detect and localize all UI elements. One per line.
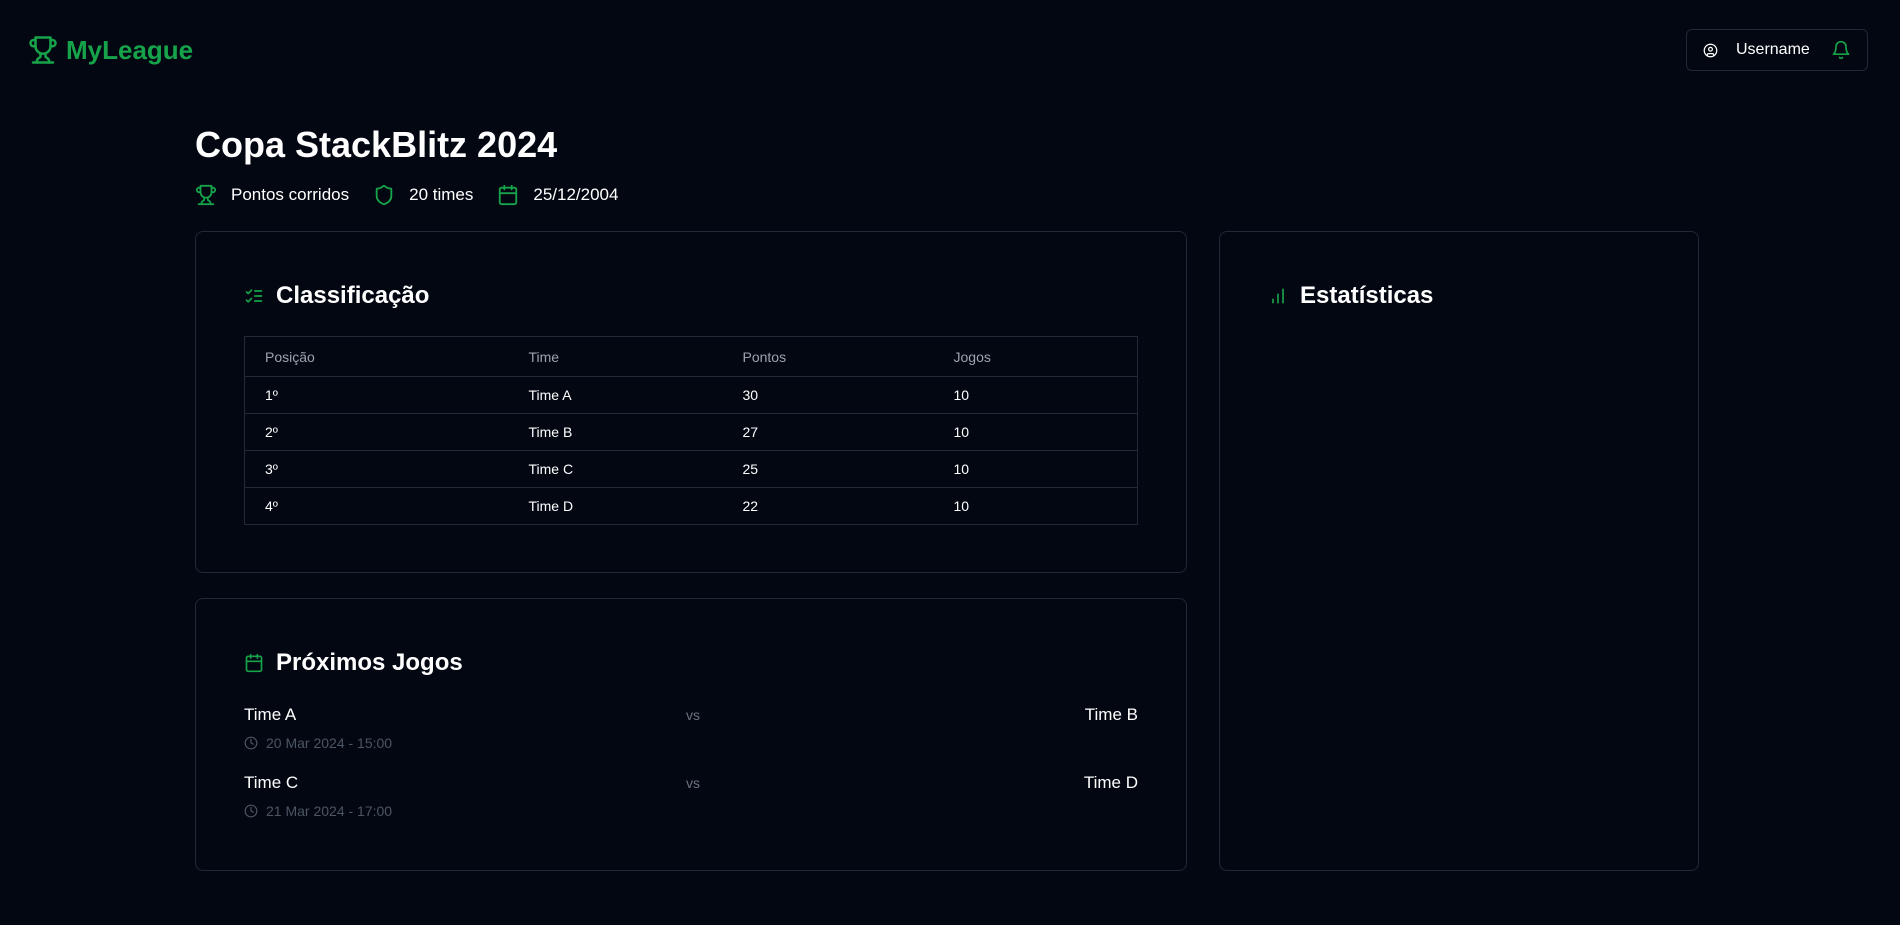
table-cell: 10 — [933, 450, 1138, 488]
bar-chart-icon — [1272, 288, 1284, 304]
table-cell: 1º — [244, 376, 509, 414]
away-team: Time D — [1083, 773, 1138, 792]
match-item[interactable]: Time A vs Time B 20 Mar 2024 - 15:00 — [244, 705, 1138, 765]
league-date-label: 25/12/2004 — [533, 185, 619, 204]
statistics-title: Estatísticas — [1268, 282, 1433, 310]
calendar-icon — [245, 653, 263, 673]
match-item[interactable]: Time C vs Time D 21 Mar 2024 - 17:00 — [244, 773, 1138, 833]
league-format: Pontos corridos — [195, 184, 349, 206]
match-time-label: 21 Mar 2024 - 17:00 — [266, 803, 393, 819]
league-teams-label: 20 times — [409, 185, 474, 204]
column-header[interactable]: Pontos — [722, 336, 934, 377]
clock-icon — [244, 804, 258, 818]
table-cell: Time C — [508, 450, 723, 488]
away-team: Time B — [1084, 705, 1138, 724]
standings-table: Posição Time Pontos Jogos 1º Time A 30 1… — [244, 336, 1138, 525]
column-header[interactable]: Posição — [244, 336, 509, 377]
top-header: MyLeague Username — [0, 0, 1900, 100]
table-cell: Time D — [528, 498, 574, 514]
column-header[interactable]: Jogos — [933, 336, 1138, 377]
standings-title-label: Classificação — [276, 282, 430, 309]
page-title: Copa StackBlitz 2024 — [195, 124, 558, 165]
clock-icon — [244, 736, 258, 750]
upcoming-matches-title-label: Próximos Jogos — [276, 649, 463, 676]
table-cell: 25 — [722, 450, 934, 488]
table-cell: 30 — [722, 376, 934, 414]
standings-card: Classificação Posição Time Pontos Jogos … — [195, 231, 1187, 573]
league-teams: 20 times — [373, 184, 473, 206]
upcoming-matches-title: Próximos Jogos — [244, 649, 463, 677]
list-checks-icon — [245, 289, 263, 303]
league-meta: Pontos corridos 20 times 25/12/2004 — [195, 182, 618, 208]
shield-icon — [375, 184, 393, 206]
table-cell: 2º — [244, 413, 509, 451]
table-cell: 10 — [933, 376, 1138, 414]
table-cell: Time B — [508, 413, 723, 451]
table-header-row: Posição Time Pontos Jogos — [244, 336, 1138, 377]
table-cell: 27 — [722, 413, 934, 451]
match-time-label: 20 Mar 2024 - 15:00 — [266, 735, 393, 751]
app-name: MyLeague — [66, 34, 194, 65]
calendar-icon — [499, 184, 518, 206]
app-logo[interactable]: MyLeague — [28, 34, 193, 66]
table-row[interactable]: 3º Time C 25 10 — [244, 450, 1138, 488]
vs-label: vs — [686, 775, 700, 791]
table-cell: 10 — [953, 498, 970, 514]
upcoming-matches-card: Próximos Jogos Time A vs Time B 20 Mar 2… — [195, 598, 1187, 871]
statistics-title-label: Estatísticas — [1300, 282, 1434, 309]
table-cell: 22 — [742, 498, 759, 514]
username-label: Username — [1736, 41, 1810, 58]
table-row[interactable]: 2º Time B 27 10 — [244, 413, 1138, 451]
home-team: Time C — [244, 773, 299, 792]
table-cell: 10 — [933, 413, 1138, 451]
statistics-card: Estatísticas — [1219, 231, 1699, 871]
match-time: 20 Mar 2024 - 15:00 — [244, 735, 392, 751]
trophy-icon — [195, 184, 217, 206]
bell-icon[interactable] — [1831, 40, 1851, 60]
home-team: Time A — [244, 705, 297, 724]
league-date: 25/12/2004 — [497, 184, 618, 206]
table-row[interactable]: 1º Time A 30 10 — [244, 376, 1138, 414]
vs-label: vs — [686, 707, 700, 723]
trophy-icon — [29, 36, 57, 64]
table-cell: Time A — [508, 376, 723, 414]
standings-title: Classificação — [244, 282, 429, 310]
column-header[interactable]: Time — [508, 336, 723, 377]
table-cell: 3º — [244, 450, 509, 488]
user-circle-icon — [1703, 43, 1718, 57]
match-time: 21 Mar 2024 - 17:00 — [244, 803, 392, 819]
table-cell: 4º — [265, 498, 278, 514]
league-format-label: Pontos corridos — [231, 185, 350, 204]
user-menu[interactable]: Username — [1686, 29, 1868, 71]
table-row[interactable]: 4º Time D 22 10 — [245, 488, 1138, 525]
